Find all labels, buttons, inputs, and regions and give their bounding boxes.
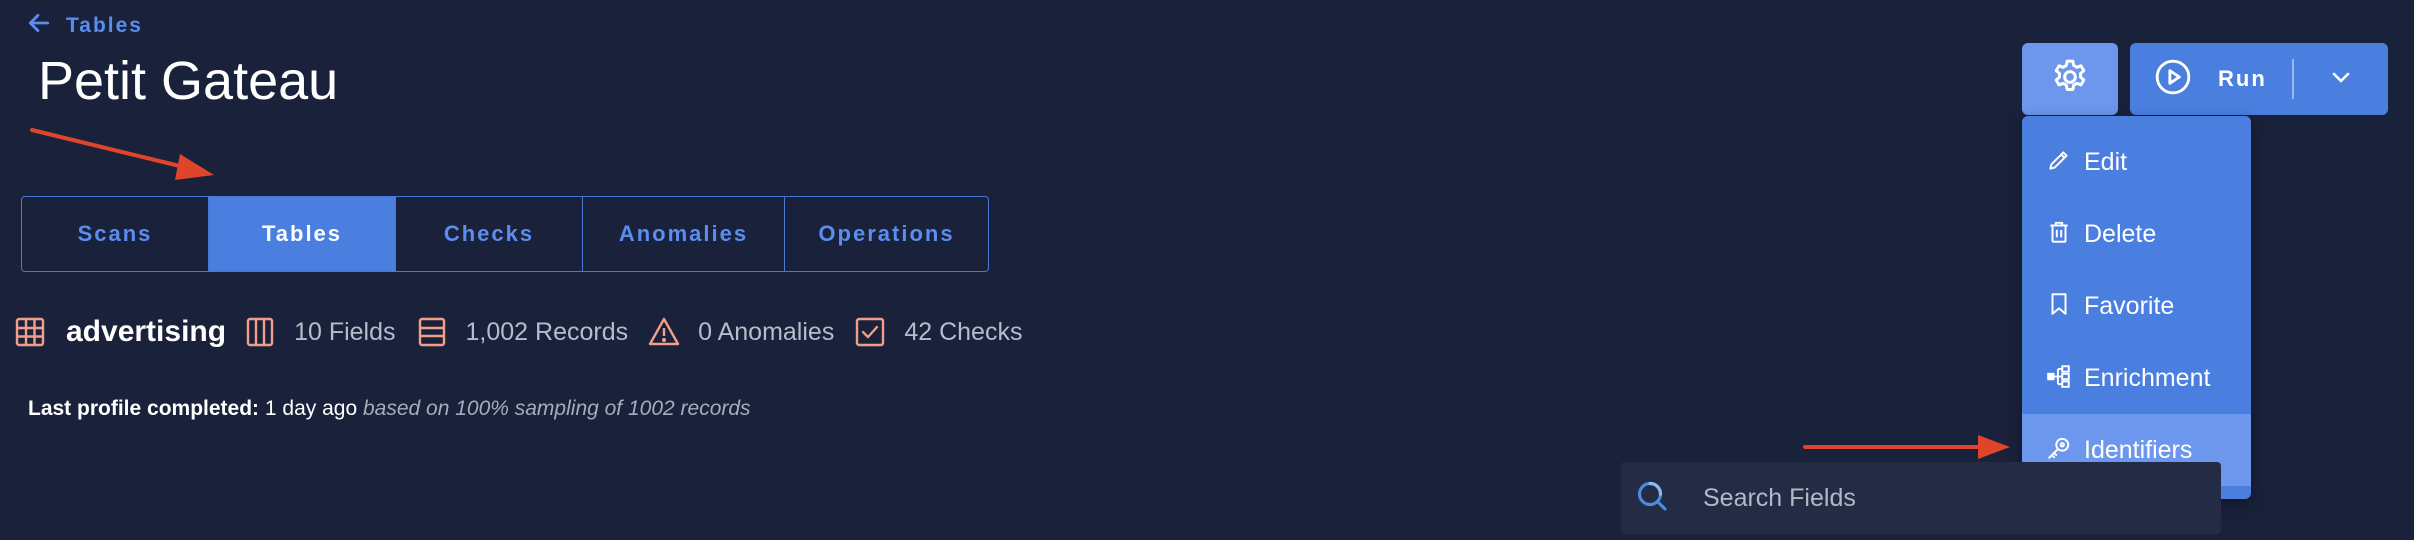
profile-status-note: based on 100% sampling of 1002 records — [362, 397, 751, 420]
menu-item-label: Delete — [2084, 219, 2157, 248]
table-grid-icon — [14, 316, 46, 348]
menu-item-label: Identifiers — [2084, 435, 2193, 464]
run-button-label: Run — [2218, 66, 2267, 91]
records-count: 1,002 Records — [416, 316, 649, 348]
menu-item-label: Enrichment — [2084, 363, 2211, 392]
fields-count: 10 Fields — [244, 316, 415, 348]
run-split-button: Run — [2130, 43, 2388, 115]
run-button[interactable]: Run — [2130, 43, 2292, 115]
menu-item-label: Edit — [2084, 147, 2128, 176]
search-icon — [1635, 479, 1669, 518]
settings-button[interactable] — [2022, 43, 2118, 115]
back-link-label: Tables — [66, 13, 143, 37]
checks-count: 42 Checks — [854, 316, 1042, 348]
anomalies-count-label: 0 Anomalies — [698, 317, 835, 346]
tab-tables[interactable]: Tables — [209, 197, 396, 271]
menu-item-favorite[interactable]: Favorite — [2022, 270, 2251, 342]
table-name: advertising — [66, 315, 227, 348]
checks-count-label: 42 Checks — [904, 317, 1023, 346]
annotation-arrow — [30, 128, 214, 180]
arrow-left-icon — [26, 10, 52, 41]
hierarchy-icon — [2046, 363, 2072, 394]
profile-status: Last profile completed: 1 day ago based … — [28, 397, 751, 421]
play-circle-icon — [2154, 58, 2192, 101]
key-icon — [2046, 435, 2072, 466]
menu-item-enrichment[interactable]: Enrichment — [2022, 342, 2251, 414]
checkbox-icon — [854, 316, 886, 348]
search-input[interactable] — [1703, 483, 2163, 513]
menu-item-edit[interactable]: Edit — [2022, 126, 2251, 198]
table-summary: advertising 10 Fields 1,002 Records 0 An… — [14, 312, 1042, 352]
search-fields — [1621, 462, 2221, 534]
tab-anomalies[interactable]: Anomalies — [583, 197, 785, 271]
annotation-arrow — [1803, 435, 2010, 459]
anomalies-count: 0 Anomalies — [648, 316, 854, 348]
chevron-down-icon — [2329, 65, 2353, 94]
run-options-toggle[interactable] — [2294, 43, 2389, 115]
gear-icon — [2050, 57, 2090, 102]
actions-menu: Edit Delete Favorite Enrichment Identifi… — [2022, 116, 2251, 499]
records-count-label: 1,002 Records — [465, 317, 629, 346]
trash-icon — [2046, 219, 2072, 250]
pencil-icon — [2046, 147, 2072, 178]
tab-checks[interactable]: Checks — [396, 197, 583, 271]
tab-operations[interactable]: Operations — [785, 197, 988, 271]
menu-item-label: Favorite — [2084, 291, 2175, 320]
profile-status-value: 1 day ago — [264, 397, 358, 420]
bookmark-icon — [2046, 291, 2072, 322]
menu-item-delete[interactable]: Delete — [2022, 198, 2251, 270]
fields-count-label: 10 Fields — [294, 317, 396, 346]
rows-icon — [416, 316, 448, 348]
tab-bar: Scans Tables Checks Anomalies Operations — [21, 196, 989, 272]
profile-status-label: Last profile completed: — [28, 397, 260, 420]
back-link[interactable]: Tables — [26, 10, 143, 41]
columns-icon — [244, 316, 276, 348]
page-title: Petit Gateau — [38, 51, 339, 111]
tab-scans[interactable]: Scans — [22, 197, 209, 271]
warning-icon — [648, 316, 680, 348]
table-name-group: advertising — [14, 315, 244, 349]
